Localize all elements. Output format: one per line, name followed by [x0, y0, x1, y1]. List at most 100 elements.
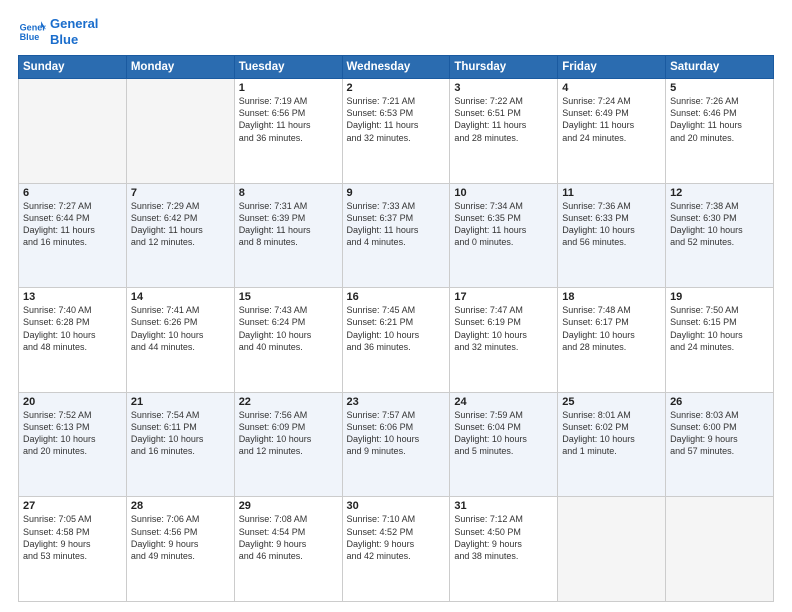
calendar-day-header: Tuesday [234, 56, 342, 79]
day-number: 12 [670, 187, 769, 199]
calendar-day-cell: 4Sunrise: 7:24 AM Sunset: 6:49 PM Daylig… [558, 79, 666, 184]
calendar-day-cell: 23Sunrise: 7:57 AM Sunset: 6:06 PM Dayli… [342, 392, 450, 497]
day-number: 13 [23, 291, 122, 303]
calendar-day-cell: 19Sunrise: 7:50 AM Sunset: 6:15 PM Dayli… [666, 288, 774, 393]
day-info: Sunrise: 7:36 AM Sunset: 6:33 PM Dayligh… [562, 200, 661, 249]
day-number: 28 [131, 500, 230, 512]
calendar-day-cell: 13Sunrise: 7:40 AM Sunset: 6:28 PM Dayli… [19, 288, 127, 393]
header: General Blue General Blue [18, 16, 774, 47]
day-number: 10 [454, 187, 553, 199]
day-info: Sunrise: 7:29 AM Sunset: 6:42 PM Dayligh… [131, 200, 230, 249]
calendar-header-row: SundayMondayTuesdayWednesdayThursdayFrid… [19, 56, 774, 79]
calendar-week-row: 6Sunrise: 7:27 AM Sunset: 6:44 PM Daylig… [19, 183, 774, 288]
day-info: Sunrise: 7:43 AM Sunset: 6:24 PM Dayligh… [239, 304, 338, 353]
day-info: Sunrise: 7:38 AM Sunset: 6:30 PM Dayligh… [670, 200, 769, 249]
calendar-day-cell: 27Sunrise: 7:05 AM Sunset: 4:58 PM Dayli… [19, 497, 127, 602]
calendar-day-cell: 21Sunrise: 7:54 AM Sunset: 6:11 PM Dayli… [126, 392, 234, 497]
calendar-day-cell: 30Sunrise: 7:10 AM Sunset: 4:52 PM Dayli… [342, 497, 450, 602]
calendar-day-header: Sunday [19, 56, 127, 79]
calendar-day-header: Saturday [666, 56, 774, 79]
day-number: 25 [562, 396, 661, 408]
day-info: Sunrise: 7:21 AM Sunset: 6:53 PM Dayligh… [347, 95, 446, 144]
day-number: 19 [670, 291, 769, 303]
calendar-day-cell: 10Sunrise: 7:34 AM Sunset: 6:35 PM Dayli… [450, 183, 558, 288]
day-number: 24 [454, 396, 553, 408]
day-number: 27 [23, 500, 122, 512]
calendar-day-cell: 9Sunrise: 7:33 AM Sunset: 6:37 PM Daylig… [342, 183, 450, 288]
calendar-week-row: 13Sunrise: 7:40 AM Sunset: 6:28 PM Dayli… [19, 288, 774, 393]
day-info: Sunrise: 7:50 AM Sunset: 6:15 PM Dayligh… [670, 304, 769, 353]
calendar-week-row: 20Sunrise: 7:52 AM Sunset: 6:13 PM Dayli… [19, 392, 774, 497]
calendar-day-cell: 25Sunrise: 8:01 AM Sunset: 6:02 PM Dayli… [558, 392, 666, 497]
day-info: Sunrise: 8:03 AM Sunset: 6:00 PM Dayligh… [670, 409, 769, 458]
calendar-day-cell: 31Sunrise: 7:12 AM Sunset: 4:50 PM Dayli… [450, 497, 558, 602]
day-info: Sunrise: 7:24 AM Sunset: 6:49 PM Dayligh… [562, 95, 661, 144]
day-number: 29 [239, 500, 338, 512]
day-number: 15 [239, 291, 338, 303]
calendar-day-cell: 1Sunrise: 7:19 AM Sunset: 6:56 PM Daylig… [234, 79, 342, 184]
calendar-day-cell: 11Sunrise: 7:36 AM Sunset: 6:33 PM Dayli… [558, 183, 666, 288]
calendar-day-header: Wednesday [342, 56, 450, 79]
calendar-day-cell [126, 79, 234, 184]
day-number: 3 [454, 82, 553, 94]
calendar-day-cell: 17Sunrise: 7:47 AM Sunset: 6:19 PM Dayli… [450, 288, 558, 393]
calendar-week-row: 1Sunrise: 7:19 AM Sunset: 6:56 PM Daylig… [19, 79, 774, 184]
logo-icon: General Blue [18, 18, 46, 46]
day-number: 1 [239, 82, 338, 94]
day-info: Sunrise: 7:12 AM Sunset: 4:50 PM Dayligh… [454, 513, 553, 562]
day-info: Sunrise: 7:52 AM Sunset: 6:13 PM Dayligh… [23, 409, 122, 458]
day-info: Sunrise: 8:01 AM Sunset: 6:02 PM Dayligh… [562, 409, 661, 458]
calendar-day-cell: 15Sunrise: 7:43 AM Sunset: 6:24 PM Dayli… [234, 288, 342, 393]
calendar-day-cell: 16Sunrise: 7:45 AM Sunset: 6:21 PM Dayli… [342, 288, 450, 393]
calendar-day-cell: 18Sunrise: 7:48 AM Sunset: 6:17 PM Dayli… [558, 288, 666, 393]
day-info: Sunrise: 7:56 AM Sunset: 6:09 PM Dayligh… [239, 409, 338, 458]
day-number: 31 [454, 500, 553, 512]
day-number: 4 [562, 82, 661, 94]
day-info: Sunrise: 7:54 AM Sunset: 6:11 PM Dayligh… [131, 409, 230, 458]
calendar-day-cell [19, 79, 127, 184]
logo-subtext: Blue [50, 32, 98, 48]
day-number: 20 [23, 396, 122, 408]
day-info: Sunrise: 7:05 AM Sunset: 4:58 PM Dayligh… [23, 513, 122, 562]
calendar-day-cell: 6Sunrise: 7:27 AM Sunset: 6:44 PM Daylig… [19, 183, 127, 288]
day-info: Sunrise: 7:47 AM Sunset: 6:19 PM Dayligh… [454, 304, 553, 353]
day-number: 18 [562, 291, 661, 303]
day-info: Sunrise: 7:08 AM Sunset: 4:54 PM Dayligh… [239, 513, 338, 562]
day-number: 21 [131, 396, 230, 408]
day-info: Sunrise: 7:59 AM Sunset: 6:04 PM Dayligh… [454, 409, 553, 458]
day-info: Sunrise: 7:19 AM Sunset: 6:56 PM Dayligh… [239, 95, 338, 144]
day-number: 2 [347, 82, 446, 94]
day-info: Sunrise: 7:41 AM Sunset: 6:26 PM Dayligh… [131, 304, 230, 353]
day-info: Sunrise: 7:10 AM Sunset: 4:52 PM Dayligh… [347, 513, 446, 562]
calendar-day-cell: 24Sunrise: 7:59 AM Sunset: 6:04 PM Dayli… [450, 392, 558, 497]
day-info: Sunrise: 7:27 AM Sunset: 6:44 PM Dayligh… [23, 200, 122, 249]
calendar-day-header: Monday [126, 56, 234, 79]
calendar-day-cell: 22Sunrise: 7:56 AM Sunset: 6:09 PM Dayli… [234, 392, 342, 497]
day-number: 5 [670, 82, 769, 94]
calendar-day-cell: 2Sunrise: 7:21 AM Sunset: 6:53 PM Daylig… [342, 79, 450, 184]
logo-text: General [50, 16, 98, 32]
day-info: Sunrise: 7:31 AM Sunset: 6:39 PM Dayligh… [239, 200, 338, 249]
day-number: 6 [23, 187, 122, 199]
day-number: 9 [347, 187, 446, 199]
day-number: 23 [347, 396, 446, 408]
day-info: Sunrise: 7:57 AM Sunset: 6:06 PM Dayligh… [347, 409, 446, 458]
calendar-day-cell: 3Sunrise: 7:22 AM Sunset: 6:51 PM Daylig… [450, 79, 558, 184]
day-number: 11 [562, 187, 661, 199]
calendar-day-header: Friday [558, 56, 666, 79]
day-number: 8 [239, 187, 338, 199]
calendar-day-cell: 20Sunrise: 7:52 AM Sunset: 6:13 PM Dayli… [19, 392, 127, 497]
calendar-day-cell: 14Sunrise: 7:41 AM Sunset: 6:26 PM Dayli… [126, 288, 234, 393]
day-info: Sunrise: 7:40 AM Sunset: 6:28 PM Dayligh… [23, 304, 122, 353]
logo: General Blue General Blue [18, 16, 98, 47]
day-info: Sunrise: 7:06 AM Sunset: 4:56 PM Dayligh… [131, 513, 230, 562]
day-number: 14 [131, 291, 230, 303]
day-number: 17 [454, 291, 553, 303]
calendar-day-cell: 28Sunrise: 7:06 AM Sunset: 4:56 PM Dayli… [126, 497, 234, 602]
calendar-day-cell [666, 497, 774, 602]
svg-text:Blue: Blue [20, 32, 40, 42]
day-info: Sunrise: 7:33 AM Sunset: 6:37 PM Dayligh… [347, 200, 446, 249]
calendar-day-cell: 8Sunrise: 7:31 AM Sunset: 6:39 PM Daylig… [234, 183, 342, 288]
calendar-day-cell: 26Sunrise: 8:03 AM Sunset: 6:00 PM Dayli… [666, 392, 774, 497]
day-number: 30 [347, 500, 446, 512]
